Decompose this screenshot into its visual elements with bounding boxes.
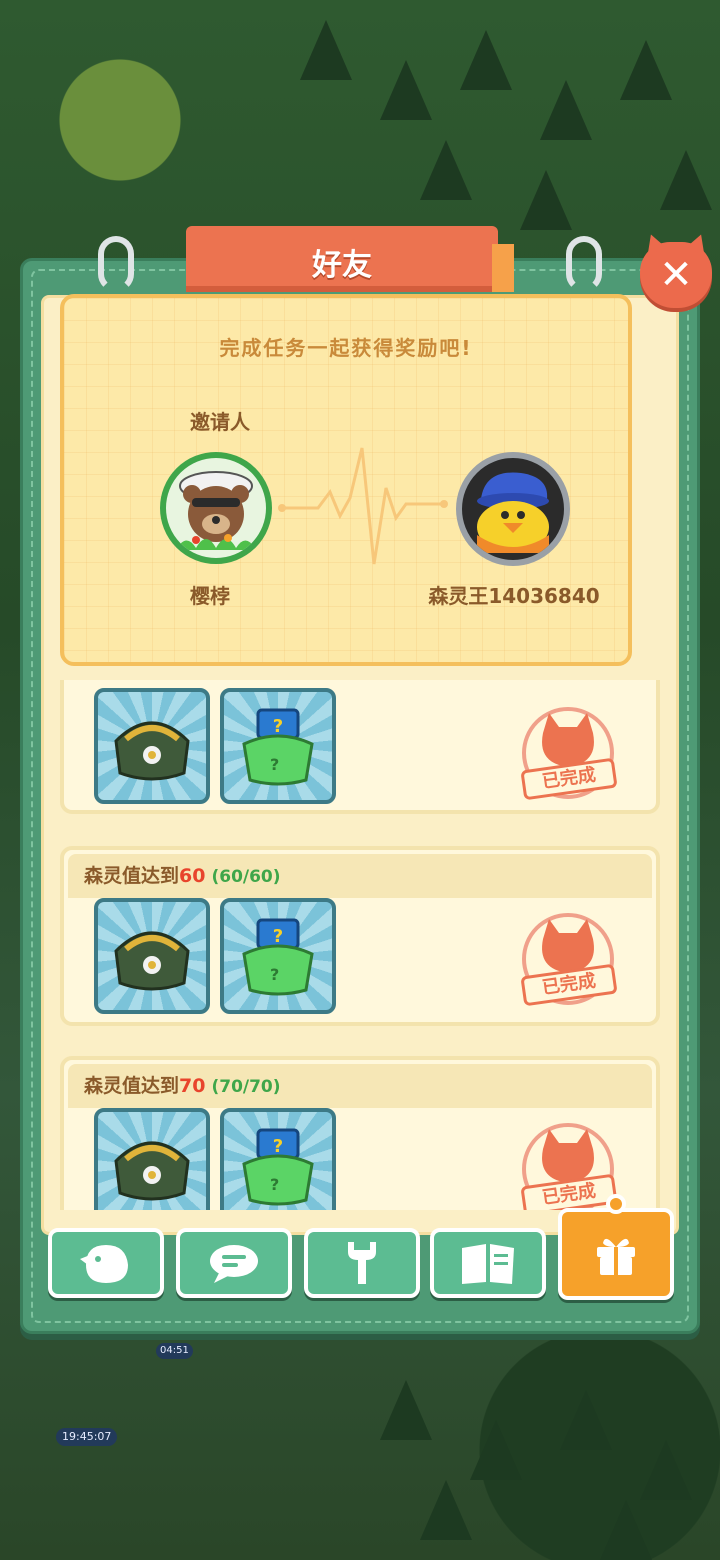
duck-avatar-icon	[477, 472, 549, 553]
task-target: 60	[179, 865, 206, 887]
task-card: 森灵值达到70 (70/70) ? ? 已完成	[60, 1056, 660, 1210]
nav-gift-button[interactable]	[558, 1194, 674, 1300]
friend-avatar[interactable]	[456, 452, 570, 566]
nav-chat-button[interactable]	[176, 1228, 292, 1298]
nav-chick-button[interactable]	[48, 1228, 164, 1298]
friend-name: 森灵王14036840	[428, 584, 600, 608]
mystery-bag-icon: ? ?	[242, 918, 314, 996]
task-card: ? ? 已完成	[60, 680, 660, 814]
mystery-bag-icon: ? ?	[242, 708, 314, 786]
inviter-name: 樱桲	[190, 584, 230, 608]
svg-text:?: ?	[270, 1175, 279, 1194]
wrench-icon	[348, 1242, 376, 1284]
reward-item[interactable]: ? ?	[220, 1108, 336, 1210]
nav-tools-button[interactable]	[304, 1228, 420, 1298]
invite-card: 完成任务一起获得奖励吧! 邀请人 樱桲 森灵王14036840	[60, 294, 632, 666]
completed-stamp: 已完成	[508, 698, 628, 808]
coin-purse-icon	[114, 1141, 190, 1201]
binder-ring-right	[566, 236, 602, 292]
task-card: 森灵值达到60 (60/60) ? ? 已完成	[60, 846, 660, 1026]
mystery-bag-icon: ? ?	[242, 1128, 314, 1206]
reward-item[interactable]	[94, 688, 210, 804]
close-icon: ✕	[659, 252, 693, 298]
task-progress: (70/70)	[211, 1077, 281, 1097]
inviter-label: 邀请人	[190, 410, 250, 434]
task-list[interactable]: ? ? 已完成 森灵值达到60 (60/60) ? ? 已完成 森灵值达到70 …	[60, 680, 660, 1210]
svg-text:?: ?	[270, 755, 279, 774]
book-icon	[462, 1244, 514, 1284]
bottom-nav	[48, 1194, 674, 1300]
svg-text:?: ?	[270, 965, 279, 984]
chat-icon	[210, 1245, 258, 1283]
task-target: 70	[179, 1075, 206, 1097]
binder-ring-left	[98, 236, 134, 292]
invite-heading: 完成任务一起获得奖励吧!	[219, 336, 473, 360]
bear-avatar-icon	[176, 471, 256, 550]
reward-item[interactable]: ? ?	[220, 898, 336, 1014]
task-title: 森灵值达到	[84, 865, 180, 887]
svg-text:?: ?	[273, 1136, 283, 1157]
chick-icon	[80, 1245, 128, 1283]
svg-text:?: ?	[273, 926, 283, 947]
inviter-avatar[interactable]	[160, 452, 272, 564]
heartbeat-line	[278, 447, 448, 565]
building-timer: 19:45:07	[56, 1428, 118, 1446]
reward-item[interactable]	[94, 1108, 210, 1210]
task-progress: (60/60)	[211, 867, 281, 887]
small-timer: 04:51	[156, 1343, 193, 1359]
svg-text:?: ?	[273, 716, 283, 737]
coin-purse-icon	[114, 721, 190, 781]
nav-book-button[interactable]	[430, 1228, 546, 1298]
task-header: 森灵值达到70 (70/70)	[68, 1064, 652, 1108]
panel-title: 好友	[312, 248, 372, 283]
task-title: 森灵值达到	[84, 1075, 180, 1097]
close-button[interactable]: ✕	[640, 242, 712, 308]
reward-item[interactable]	[94, 898, 210, 1014]
reward-item[interactable]: ? ?	[220, 688, 336, 804]
gift-icon	[597, 1238, 635, 1275]
task-header: 森灵值达到60 (60/60)	[68, 854, 652, 898]
completed-stamp: 已完成	[508, 904, 628, 1014]
coin-purse-icon	[114, 931, 190, 991]
